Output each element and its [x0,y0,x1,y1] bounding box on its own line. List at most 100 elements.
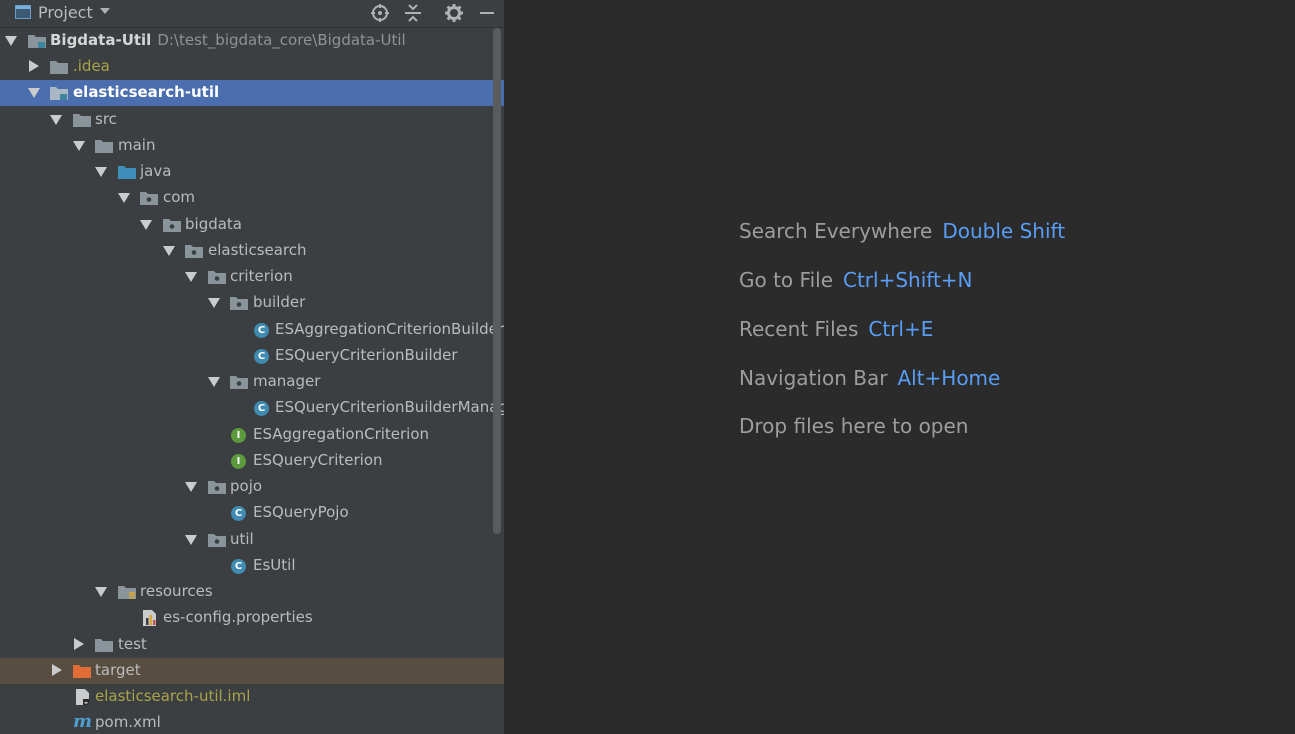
module-folder-icon [28,35,46,48]
project-view-title[interactable]: Project [38,3,93,22]
tree-node-label: Bigdata-Util D:\test_bigdata_core\Bigdata… [50,31,406,49]
package-icon [208,271,226,284]
root-name: Bigdata-Util [50,31,152,49]
tree-node-interface[interactable]: I ESAggregationCriterion [0,422,504,448]
tree-node-label: com [163,188,196,206]
package-icon [230,297,248,310]
package-icon [230,376,248,389]
tree-node-iml[interactable]: elasticsearch-util.iml [0,684,504,710]
package-icon [208,481,226,494]
tree-node-idea[interactable]: .idea [0,54,504,80]
tree-node-label: bigdata [185,215,242,233]
hint-action: Recent Files [739,317,859,341]
tree-node-label: EsUtil [253,556,296,574]
tree-node-interface[interactable]: I ESQueryCriterion [0,448,504,474]
collapse-arrow-icon[interactable] [52,664,62,676]
source-folder-icon [118,166,136,179]
locate-icon[interactable] [370,3,390,23]
module-file-icon [76,689,89,705]
tree-node-target[interactable]: target [0,658,504,684]
tree-node-src[interactable]: src [0,107,504,133]
hint-drop-files: Drop files here to open [739,414,969,438]
tree-node-pom[interactable]: m pom.xml [0,710,504,734]
tree-node-label: builder [253,293,306,311]
tree-node-label: .idea [73,57,110,75]
hint-recent-files: Recent Files Ctrl+E [739,317,933,341]
minimize-icon[interactable] [477,3,497,23]
tree-node-label: es-config.properties [163,608,313,626]
tree-node-label: java [140,162,172,180]
hint-shortcut: Ctrl+E [868,317,934,341]
expand-arrow-icon[interactable] [140,220,152,230]
gear-icon[interactable] [444,3,464,23]
expand-arrow-icon[interactable] [50,115,62,125]
collapse-all-icon[interactable] [403,3,423,23]
package-icon [208,534,226,547]
expand-arrow-icon[interactable] [208,377,220,387]
expand-arrow-icon[interactable] [95,587,107,597]
tree-node-label: pom.xml [95,713,161,731]
hint-shortcut: Double Shift [942,219,1066,243]
expand-arrow-icon[interactable] [185,535,197,545]
tree-node-class[interactable]: C EsUtil [0,553,504,579]
tree-node-label: ESQueryCriterionBuilderManage [275,398,504,416]
expand-arrow-icon[interactable] [185,482,197,492]
resources-folder-icon [118,586,136,599]
tree-node-label: elasticsearch-util.iml [95,687,251,705]
expand-arrow-icon[interactable] [118,193,130,203]
tree-node-bigdata[interactable]: bigdata [0,212,504,238]
folder-icon [73,114,91,127]
tree-node-root[interactable]: Bigdata-Util D:\test_bigdata_core\Bigdata… [0,28,504,54]
hint-action: Go to File [739,268,833,292]
expand-arrow-icon[interactable] [163,246,175,256]
tree-node-label: ESQueryPojo [253,503,349,521]
expand-arrow-icon[interactable] [185,272,197,282]
tree-node-class[interactable]: C ESQueryCriterionBuilder [0,343,504,369]
tree-node-label: ESAggregationCriterion [253,425,430,443]
package-icon [140,192,158,205]
tree-node-manager[interactable]: manager [0,369,504,395]
tree-node-elasticsearch[interactable]: elasticsearch [0,238,504,264]
tree-node-criterion[interactable]: criterion [0,264,504,290]
class-icon: C [254,401,269,416]
folder-icon [50,61,68,74]
tree-node-class[interactable]: C ESAggregationCriterionBuilder [0,317,504,343]
tree-node-main[interactable]: main [0,133,504,159]
tree-node-test[interactable]: test [0,632,504,658]
tree-node-builder[interactable]: builder [0,290,504,316]
tree-node-label: test [118,635,147,653]
tree-node-pojo[interactable]: pojo [0,474,504,500]
interface-icon: I [231,454,246,469]
tree-scrollbar[interactable] [493,28,501,534]
tree-node-class[interactable]: C ESQueryCriterionBuilderManage [0,395,504,421]
hint-action: Navigation Bar [739,366,888,390]
tree-node-module[interactable]: elasticsearch-util [0,80,504,106]
chevron-down-icon[interactable] [100,8,110,14]
expand-arrow-icon[interactable] [5,36,17,46]
properties-file-icon [143,610,156,626]
collapse-arrow-icon[interactable] [74,638,84,650]
tree-node-resources[interactable]: resources [0,579,504,605]
project-tool-window: Project Bigdata-Util D:\test_bigdata_core… [0,0,504,734]
class-icon: C [254,349,269,364]
project-view-icon [15,5,31,19]
tree-node-class[interactable]: C ESQueryPojo [0,500,504,526]
expand-arrow-icon[interactable] [208,298,220,308]
hint-navigation-bar: Navigation Bar Alt+Home [739,366,1000,390]
expand-arrow-icon[interactable] [73,141,85,151]
tree-node-label: manager [253,372,321,390]
collapse-arrow-icon[interactable] [29,60,39,72]
tree-node-com[interactable]: com [0,185,504,211]
tree-node-label: ESQueryCriterion [253,451,383,469]
project-toolbar: Project [0,0,504,28]
tree-node-properties[interactable]: es-config.properties [0,605,504,631]
tree-node-util[interactable]: util [0,527,504,553]
expand-arrow-icon[interactable] [95,167,107,177]
tree-node-label: elasticsearch-util [73,83,220,101]
tree-node-label: ESAggregationCriterionBuilder [275,320,504,338]
tree-node-label: resources [140,582,213,600]
expand-arrow-icon[interactable] [28,88,40,98]
tree-node-label: pojo [230,477,263,495]
hint-shortcut: Alt+Home [897,366,1001,390]
tree-node-java[interactable]: java [0,159,504,185]
